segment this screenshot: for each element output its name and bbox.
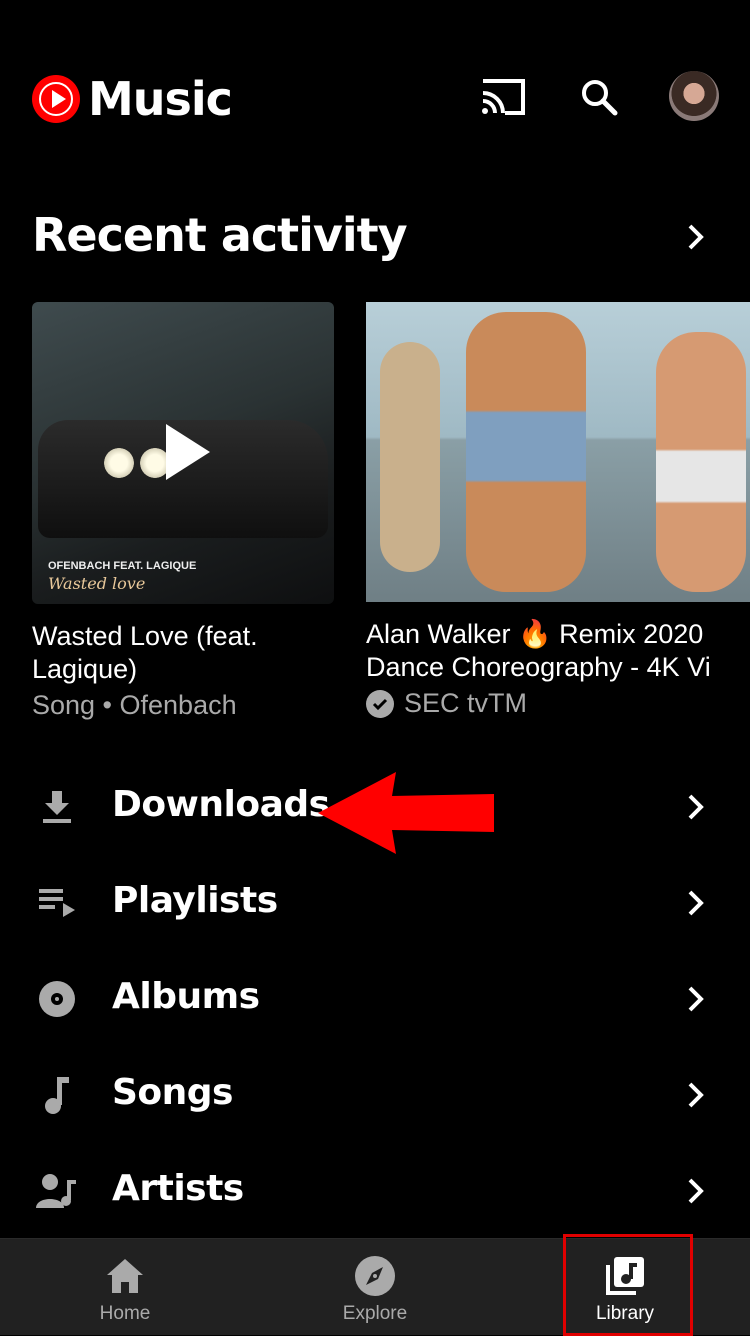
video-thumbnail	[366, 302, 750, 602]
card-title: Alan Walker 🔥 Remix 2020 Dance Choreogra…	[366, 618, 750, 684]
music-note-icon	[36, 1074, 78, 1116]
nav-item-explore[interactable]: Explore	[250, 1239, 500, 1335]
card-title: Wasted Love (feat. Lagique)	[32, 620, 334, 686]
card-title-line1: Wasted Love (feat.	[32, 621, 258, 651]
card-subtitle: SEC tvTM	[366, 688, 750, 719]
menu-item-label: Artists	[112, 1168, 244, 1209]
album-art-thumbnail: OFENBACH FEAT. LAGIQUE Wasted love	[32, 302, 334, 604]
youtube-music-logo[interactable]: Music	[32, 72, 233, 126]
top-app-bar: Music	[0, 0, 750, 190]
verified-check-icon	[366, 689, 394, 718]
recent-card-alan-walker[interactable]: Alan Walker 🔥 Remix 2020 Dance Choreogra…	[366, 302, 750, 719]
menu-item-label: Albums	[112, 976, 260, 1017]
section-title-recent-activity: Recent activity	[32, 208, 408, 262]
nav-label: Explore	[342, 1303, 408, 1324]
avatar[interactable]	[669, 71, 719, 121]
nav-label: Home	[99, 1303, 151, 1324]
playlist-icon	[36, 882, 78, 924]
headlight	[104, 448, 134, 478]
logo-text: Music	[88, 72, 233, 126]
menu-item-label: Songs	[112, 1072, 234, 1113]
menu-item-songs[interactable]: Songs	[0, 1052, 750, 1148]
album-art-title: Wasted love	[48, 574, 146, 593]
logo-play-icon	[32, 75, 80, 123]
dancer-figure	[656, 332, 746, 592]
menu-item-playlists[interactable]: Playlists	[0, 860, 750, 956]
artist-icon	[36, 1170, 78, 1212]
dancer-figure	[380, 342, 440, 572]
channel-name: SEC tvTM	[404, 688, 528, 718]
compass-icon	[354, 1255, 396, 1297]
card-title-line1: Alan Walker 🔥 Remix 2020	[366, 619, 704, 649]
cast-icon[interactable]	[478, 72, 528, 122]
chevron-right-icon	[680, 984, 710, 1019]
card-title-line2: Lagique)	[32, 654, 138, 684]
download-icon	[36, 786, 78, 828]
recent-card-wasted-love[interactable]: OFENBACH FEAT. LAGIQUE Wasted love Waste…	[32, 302, 334, 721]
menu-item-label: Downloads	[112, 784, 330, 825]
chevron-right-icon	[680, 792, 710, 827]
nav-item-home[interactable]: Home	[0, 1239, 250, 1335]
play-icon[interactable]	[166, 424, 210, 480]
menu-item-label: Playlists	[112, 880, 278, 921]
chevron-right-icon	[680, 888, 710, 923]
album-art-artist: OFENBACH FEAT. LAGIQUE	[48, 560, 197, 572]
search-icon[interactable]	[574, 72, 624, 122]
menu-item-artists[interactable]: Artists	[0, 1148, 750, 1244]
recent-activity-chevron-right-icon[interactable]	[680, 222, 710, 252]
menu-item-albums[interactable]: Albums	[0, 956, 750, 1052]
home-icon	[104, 1255, 146, 1297]
chevron-right-icon	[680, 1080, 710, 1115]
annotation-arrow-icon	[318, 772, 494, 854]
card-title-line2: Dance Choreography - 4K Vi	[366, 652, 711, 682]
card-subtitle: Song • Ofenbach	[32, 690, 237, 720]
chevron-right-icon	[680, 1176, 710, 1211]
album-icon	[36, 978, 78, 1020]
dancer-figure	[466, 312, 586, 592]
annotation-highlight-box	[563, 1234, 693, 1336]
